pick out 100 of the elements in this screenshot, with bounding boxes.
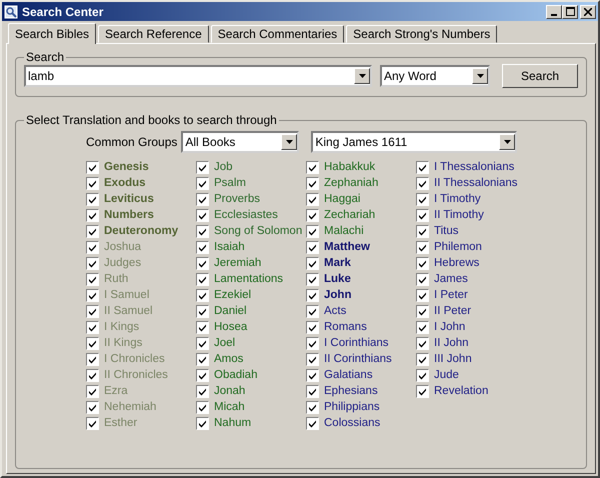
- checkbox[interactable]: [196, 368, 209, 382]
- checkbox[interactable]: [416, 384, 429, 398]
- book-label: Malachi: [324, 225, 364, 237]
- checkbox[interactable]: [416, 256, 429, 270]
- checkbox[interactable]: [306, 176, 319, 190]
- checkbox[interactable]: [416, 240, 429, 254]
- checkbox[interactable]: [86, 288, 99, 302]
- checkbox[interactable]: [416, 272, 429, 286]
- checkbox[interactable]: [306, 192, 319, 206]
- tab[interactable]: Search Bibles: [8, 23, 96, 44]
- tab[interactable]: Search Reference: [98, 25, 209, 43]
- tab[interactable]: Search Strong's Numbers: [346, 25, 498, 43]
- checkbox[interactable]: [196, 336, 209, 350]
- checkbox[interactable]: [416, 320, 429, 334]
- checkbox[interactable]: [306, 304, 319, 318]
- common-groups-dropdown[interactable]: All Books: [181, 131, 300, 153]
- checkbox[interactable]: [196, 240, 209, 254]
- checkbox[interactable]: [196, 416, 209, 430]
- checkbox[interactable]: [416, 208, 429, 222]
- checkbox[interactable]: [306, 336, 319, 350]
- book-label: II Samuel: [104, 305, 153, 317]
- close-icon: [584, 8, 592, 16]
- checkbox[interactable]: [416, 304, 429, 318]
- book-label: Nehemiah: [104, 401, 156, 413]
- book-label: III John: [434, 353, 472, 365]
- checkbox[interactable]: [196, 272, 209, 286]
- checkbox[interactable]: [306, 416, 319, 430]
- checkbox[interactable]: [196, 384, 209, 398]
- minimize-button[interactable]: [546, 4, 562, 18]
- checkbox[interactable]: [416, 160, 429, 174]
- checkbox[interactable]: [196, 320, 209, 334]
- checkbox[interactable]: [306, 224, 319, 238]
- checkbox[interactable]: [306, 160, 319, 174]
- checkbox[interactable]: [306, 256, 319, 270]
- book-label: Matthew: [324, 241, 370, 253]
- checkbox[interactable]: [196, 400, 209, 414]
- book-label: I Timothy: [434, 193, 481, 205]
- book-label: Ecclesiastes: [214, 209, 278, 221]
- checkbox[interactable]: [416, 352, 429, 366]
- checkbox[interactable]: [86, 256, 99, 270]
- checkbox[interactable]: [196, 208, 209, 222]
- checkbox[interactable]: [306, 240, 319, 254]
- checkbox[interactable]: [86, 416, 99, 430]
- checkbox[interactable]: [86, 272, 99, 286]
- checkbox[interactable]: [86, 176, 99, 190]
- translation-dropdown[interactable]: King James 1611: [311, 131, 518, 153]
- close-button[interactable]: [580, 4, 596, 18]
- book-label: Luke: [324, 273, 351, 285]
- checkbox[interactable]: [86, 304, 99, 318]
- checkbox[interactable]: [196, 256, 209, 270]
- book-label: Lamentations: [214, 273, 284, 285]
- checkbox[interactable]: [86, 320, 99, 334]
- checkbox[interactable]: [86, 336, 99, 350]
- checkbox[interactable]: [306, 272, 319, 286]
- checkbox[interactable]: [306, 288, 319, 302]
- search-field[interactable]: lamb: [24, 65, 372, 87]
- match-mode-dropdown[interactable]: Any Word: [380, 65, 490, 87]
- checkbox[interactable]: [86, 208, 99, 222]
- checkbox[interactable]: [196, 304, 209, 318]
- maximize-icon: [566, 7, 574, 16]
- checkbox[interactable]: [416, 288, 429, 302]
- checkbox[interactable]: [86, 400, 99, 414]
- search-button[interactable]: Search: [502, 64, 578, 88]
- checkbox[interactable]: [86, 384, 99, 398]
- checkbox[interactable]: [416, 176, 429, 190]
- book-label: Esther: [104, 417, 138, 429]
- checkbox[interactable]: [416, 368, 429, 382]
- book-label: Numbers: [104, 209, 154, 221]
- checkbox[interactable]: [196, 192, 209, 206]
- book-label: James: [434, 273, 468, 285]
- checkbox[interactable]: [196, 160, 209, 174]
- checkbox[interactable]: [196, 288, 209, 302]
- checkbox[interactable]: [416, 224, 429, 238]
- checkbox[interactable]: [306, 352, 319, 366]
- checkbox[interactable]: [86, 192, 99, 206]
- checkbox[interactable]: [416, 192, 429, 206]
- checkbox[interactable]: [86, 160, 99, 174]
- checkbox[interactable]: [306, 400, 319, 414]
- checkbox[interactable]: [306, 320, 319, 334]
- book-label: Jeremiah: [214, 257, 262, 269]
- checkbox[interactable]: [306, 368, 319, 382]
- checkbox[interactable]: [86, 240, 99, 254]
- checkbox[interactable]: [86, 368, 99, 382]
- checkbox[interactable]: [306, 208, 319, 222]
- maximize-button[interactable]: [562, 4, 578, 18]
- checkbox[interactable]: [416, 336, 429, 350]
- book-label: Psalm: [214, 177, 246, 189]
- checkbox[interactable]: [306, 384, 319, 398]
- checkbox[interactable]: [86, 352, 99, 366]
- checkbox[interactable]: [196, 224, 209, 238]
- checkbox[interactable]: [196, 176, 209, 190]
- book-label: Jude: [434, 369, 459, 381]
- book-label: II Corinthians: [324, 353, 392, 365]
- tab[interactable]: Search Commentaries: [210, 25, 344, 43]
- book-label: Ruth: [104, 273, 128, 285]
- book-label: Jonah: [214, 385, 246, 397]
- book-label: Acts: [324, 305, 346, 317]
- checkbox[interactable]: [86, 224, 99, 238]
- checkbox[interactable]: [196, 352, 209, 366]
- book-label: I John: [434, 321, 466, 333]
